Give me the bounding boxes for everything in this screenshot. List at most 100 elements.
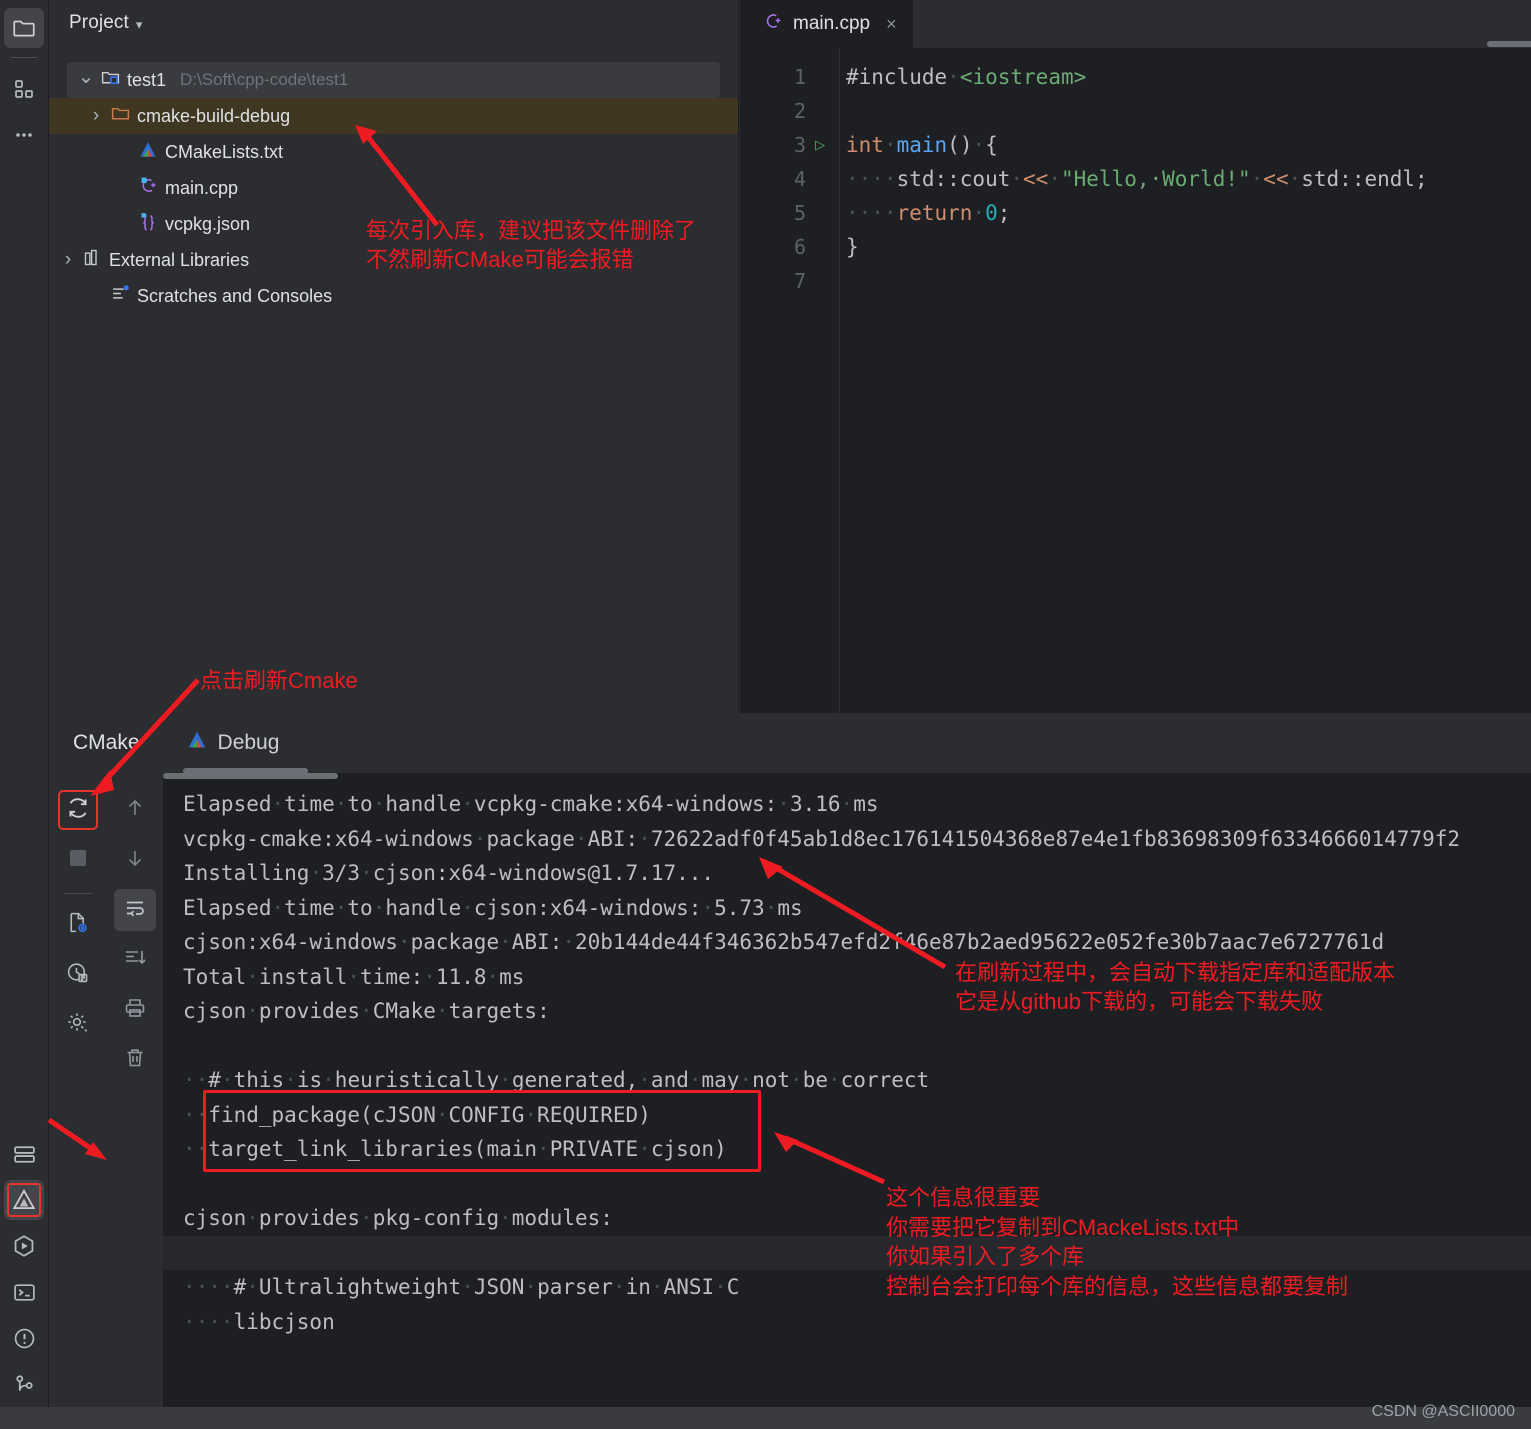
sidebar-item-structure[interactable]	[4, 69, 44, 109]
console-text-run: targets:	[448, 999, 550, 1023]
console-text-run: ·	[638, 826, 651, 851]
tab-debug[interactable]: Debug	[180, 729, 286, 757]
clear-all-button[interactable]	[114, 1039, 156, 1081]
chevron-right-icon[interactable]: ›	[85, 105, 107, 127]
console-text-run: time	[284, 792, 335, 816]
sidebar-item-cmake[interactable]	[4, 1180, 44, 1220]
chevron-right-icon[interactable]: ›	[57, 249, 79, 271]
scratches-icon	[110, 283, 131, 309]
previous-occurrence-button[interactable]	[114, 789, 156, 831]
line-number-value: 2	[793, 99, 806, 123]
stop-button[interactable]	[57, 839, 99, 881]
console-toolbar	[49, 773, 163, 1429]
console-text-run: this	[233, 1068, 285, 1092]
reload-cmake-project-button[interactable]	[57, 789, 99, 831]
code-token: ·	[1288, 167, 1302, 191]
sidebar-item-problems[interactable]	[4, 1318, 44, 1358]
console-toolbar-right-column	[106, 773, 163, 1429]
chevron-down-icon[interactable]: ⌄	[75, 64, 97, 89]
console-text-run: ·	[397, 930, 411, 954]
console-text-run: ·	[461, 895, 474, 920]
code-view: 1 2 3 ▷ 4 5 6 7 #include · <iostream> int · main() ·{…	[740, 48, 1531, 713]
chevron-down-icon[interactable]: ▾	[136, 18, 143, 31]
console-text-run: 5.73	[714, 895, 765, 920]
console-text-run: #	[233, 1275, 247, 1299]
console-text-run: ·	[360, 861, 373, 885]
settings-button[interactable]	[57, 1004, 99, 1046]
sidebar-item-terminal[interactable]	[4, 1272, 44, 1312]
console-text-run: correct	[840, 1068, 930, 1092]
close-icon[interactable]: ×	[886, 14, 897, 35]
project-panel-header[interactable]: Project ▾	[49, 0, 738, 46]
console-text-run: provides	[258, 999, 361, 1023]
console-text-run: ·	[322, 1068, 335, 1092]
code-token: ;	[997, 201, 1011, 225]
tree-node-main-cpp[interactable]: main.cpp	[49, 170, 738, 206]
code-token: ····	[846, 201, 897, 225]
tree-node-label: vcpkg.json	[165, 213, 251, 234]
console-text-run: ·	[271, 895, 285, 920]
tree-node-cmake-build-debug[interactable]: › cmake-build-debug	[49, 98, 738, 134]
console-text-run: vcpkg-cmake:x64-windows:	[473, 792, 778, 816]
console-text-run: ms	[777, 895, 803, 920]
console-text-run: Installing	[183, 861, 310, 885]
console-text-run: 3.16	[789, 792, 841, 816]
console-text-run: pkg-config	[372, 1206, 500, 1230]
structure-icon	[12, 77, 36, 101]
sidebar-item-project[interactable]	[4, 8, 44, 48]
tab-label: main.cpp	[793, 13, 871, 34]
console-toolbar-left-column	[49, 773, 106, 1429]
build-history-button[interactable]	[57, 954, 99, 996]
console-text-run: ·	[461, 792, 474, 816]
sidebar-item-version-control[interactable]	[4, 1364, 44, 1404]
tab-main-cpp[interactable]: main.cpp ×	[740, 0, 913, 48]
tab-label: Debug	[217, 731, 280, 754]
soft-wrap-button[interactable]	[113, 889, 156, 931]
console-text-run: ·	[499, 1068, 512, 1092]
tab-cmake[interactable]: CMake	[67, 731, 146, 755]
stop-square-icon	[68, 848, 88, 873]
code-token: <iostream>	[959, 65, 1087, 89]
console-text-run: cjson	[183, 999, 247, 1023]
console-text-run: cjson:x64-windows@1.7.17...	[372, 861, 715, 885]
console-line: Elapsed·time·to·handle·vcpkg-cmake:x64-w…	[183, 787, 1531, 822]
cmake-settings-button[interactable]	[57, 904, 99, 946]
print-button[interactable]	[114, 989, 156, 1031]
code-token: ()	[947, 133, 973, 157]
editor-horizontal-scrollbar[interactable]	[1487, 41, 1531, 47]
tree-node-scratches-and-consoles[interactable]: Scratches and Consoles	[49, 278, 738, 314]
line-number: 3 ▷	[740, 128, 839, 162]
console-text-run: ·	[499, 930, 512, 954]
console-text-run: Ultralightweight	[258, 1275, 462, 1299]
console-text-run: ····	[183, 1275, 234, 1299]
rail-separator	[11, 57, 37, 58]
code-line: }	[840, 230, 1531, 264]
tree-node-label: test1	[127, 69, 167, 90]
clock-file-icon	[65, 960, 90, 990]
tree-node-icon	[135, 175, 161, 201]
run-gutter-icon[interactable]: ▷	[815, 135, 829, 155]
console-line: Elapsed·time·to·handle·cjson:x64-windows…	[183, 891, 1531, 926]
console-text-run: ··	[183, 1068, 209, 1092]
console-text-run: ·	[461, 1275, 474, 1299]
scroll-to-end-button[interactable]	[114, 939, 156, 981]
console-text-run: package	[486, 826, 575, 851]
cpp-file-icon	[138, 175, 159, 201]
code-token: ·	[1250, 167, 1264, 191]
console-text-run: ms	[853, 792, 879, 816]
tree-node-label: Scratches and Consoles	[137, 285, 333, 306]
tree-node-test1[interactable]: ⌄ test1 D:\Soft\cpp-code\test1	[67, 62, 720, 98]
code-token: <<	[1023, 167, 1049, 191]
sidebar-item-more-tool-windows[interactable]	[4, 115, 44, 155]
code-content[interactable]: #include · <iostream> int · main() ·{···· std::…	[840, 48, 1531, 713]
file-gear-icon	[65, 910, 90, 940]
sidebar-item-services[interactable]	[4, 1134, 44, 1174]
code-token: ·	[972, 201, 986, 225]
tree-node-cmakelists-txt[interactable]: CMakeLists.txt	[49, 134, 738, 170]
console-text-run: Elapsed	[183, 792, 272, 816]
code-token: }	[846, 235, 859, 259]
console-text-run: cjson:x64-windows	[183, 930, 398, 954]
console-text-run: ·	[486, 964, 500, 989]
next-occurrence-button[interactable]	[114, 839, 156, 881]
sidebar-item-run[interactable]	[4, 1226, 44, 1266]
